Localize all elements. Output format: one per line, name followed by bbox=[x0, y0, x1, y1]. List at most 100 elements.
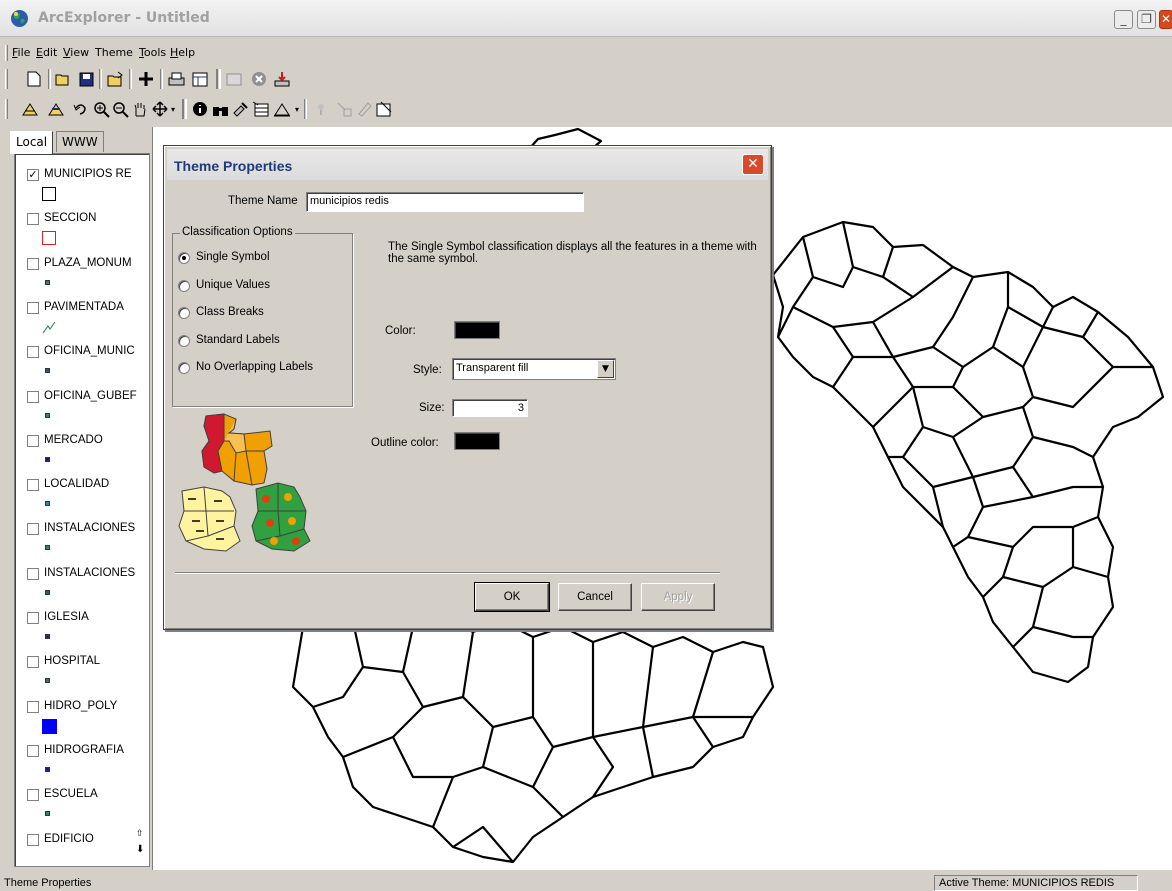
layer-item[interactable]: PAVIMENTADA bbox=[24, 299, 149, 339]
find-binoculars-icon[interactable] bbox=[210, 99, 230, 119]
tab-local[interactable]: Local bbox=[10, 131, 54, 154]
minimize-button[interactable]: _ bbox=[1114, 10, 1133, 29]
scroll-down-icon[interactable]: ⬇ bbox=[136, 844, 144, 855]
measure-icon[interactable] bbox=[272, 99, 292, 119]
layer-item[interactable]: IGLESIA bbox=[24, 609, 149, 649]
pan-hand-icon[interactable] bbox=[130, 99, 150, 119]
radio-no-overlapping-labels[interactable]: No Overlapping Labels bbox=[178, 361, 358, 377]
toolbar-grip[interactable] bbox=[5, 69, 8, 89]
menu-view[interactable]: View bbox=[63, 46, 89, 59]
menu-tools[interactable]: Tools bbox=[139, 46, 166, 59]
layer-visibility-checkbox[interactable] bbox=[27, 346, 39, 359]
map-boundary bbox=[1002, 565, 1109, 589]
radio-dot[interactable] bbox=[178, 335, 190, 347]
menu-theme[interactable]: Theme bbox=[95, 46, 133, 59]
scroll-up-icon[interactable]: ⇧ bbox=[136, 829, 144, 839]
layer-item[interactable]: SECCION bbox=[24, 210, 149, 250]
size-input[interactable]: 3 bbox=[452, 399, 528, 417]
radio-unique-values[interactable]: Unique Values bbox=[178, 279, 358, 295]
layer-item[interactable]: PLAZA_MONUM bbox=[24, 255, 149, 295]
zoom-full-extent-icon[interactable] bbox=[20, 99, 40, 119]
layer-visibility-checkbox[interactable] bbox=[27, 301, 39, 314]
open-project-icon[interactable] bbox=[106, 69, 126, 89]
layer-item[interactable]: INSTALACIONES bbox=[24, 520, 149, 560]
toolbar-grip[interactable] bbox=[5, 99, 8, 119]
menu-help[interactable]: Help bbox=[170, 46, 195, 59]
layer-visibility-checkbox[interactable] bbox=[27, 789, 39, 802]
layer-item[interactable]: EDIFICIO bbox=[24, 831, 149, 867]
radio-dot[interactable] bbox=[178, 252, 190, 264]
layer-visibility-checkbox[interactable] bbox=[27, 700, 39, 713]
layer-visibility-checkbox[interactable]: ✓ bbox=[27, 169, 39, 181]
zoom-out-icon[interactable] bbox=[110, 99, 130, 119]
radio-label: Single Symbol bbox=[196, 251, 270, 263]
radio-dot[interactable] bbox=[178, 362, 190, 374]
color-swatch[interactable] bbox=[454, 321, 500, 339]
open-icon[interactable] bbox=[54, 69, 74, 89]
radio-dot[interactable] bbox=[178, 307, 190, 319]
radio-class-breaks[interactable]: Class Breaks bbox=[178, 306, 358, 322]
theme-name-input[interactable]: municipios redis bbox=[306, 192, 584, 212]
zoom-active-theme-icon[interactable] bbox=[46, 99, 66, 119]
layer-item[interactable]: ESCUELA bbox=[24, 786, 149, 826]
dialog-title-bar[interactable]: Theme Properties ✕ bbox=[167, 149, 768, 180]
layer-item[interactable]: MERCADO bbox=[24, 432, 149, 472]
layer-visibility-checkbox[interactable] bbox=[27, 656, 39, 669]
layer-item[interactable]: HIDROGRAFIA bbox=[24, 742, 149, 782]
clear-selection-icon[interactable] bbox=[354, 99, 374, 119]
print-icon[interactable] bbox=[166, 69, 186, 89]
cancel-button[interactable]: Cancel bbox=[558, 583, 632, 611]
add-theme-icon[interactable] bbox=[136, 69, 156, 89]
close-window-button[interactable]: ✕ bbox=[1159, 10, 1172, 29]
outline-color-swatch[interactable] bbox=[454, 432, 500, 450]
menu-file[interactable]: File bbox=[12, 46, 30, 59]
remove-icon[interactable] bbox=[249, 69, 269, 89]
layer-visibility-checkbox[interactable] bbox=[27, 833, 39, 846]
layer-item[interactable]: OFICINA_GUBEF bbox=[24, 388, 149, 428]
radio-dot[interactable] bbox=[178, 280, 190, 292]
properties-grid-icon[interactable] bbox=[190, 69, 210, 89]
zoom-previous-icon[interactable] bbox=[70, 99, 90, 119]
query-builder-icon[interactable] bbox=[230, 99, 250, 119]
map-export-icon[interactable] bbox=[224, 69, 244, 89]
restore-button[interactable]: ❐ bbox=[1137, 10, 1156, 29]
save-icon[interactable] bbox=[76, 69, 96, 89]
layer-item[interactable]: HIDRO_POLY bbox=[24, 698, 149, 738]
ok-button[interactable]: OK bbox=[474, 582, 550, 612]
layer-item[interactable]: OFICINA_MUNIC bbox=[24, 343, 149, 383]
layer-visibility-checkbox[interactable] bbox=[27, 434, 39, 447]
menu-edit[interactable]: Edit bbox=[36, 46, 57, 59]
attribute-table-icon[interactable] bbox=[250, 99, 270, 119]
tab-www[interactable]: WWW bbox=[56, 131, 104, 152]
layer-item[interactable]: ✓ MUNICIPIOS RE bbox=[24, 166, 149, 206]
zoom-in-icon[interactable] bbox=[91, 99, 111, 119]
radio-standard-labels[interactable]: Standard Labels bbox=[178, 334, 358, 350]
layer-item[interactable]: LOCALIDAD bbox=[24, 476, 149, 516]
pan-arrows-icon[interactable] bbox=[150, 99, 170, 119]
new-icon[interactable] bbox=[24, 69, 44, 89]
select-features-icon[interactable] bbox=[334, 99, 354, 119]
label-icon[interactable] bbox=[311, 99, 331, 119]
download-icon[interactable] bbox=[272, 69, 292, 89]
layer-visibility-checkbox[interactable] bbox=[27, 479, 39, 492]
layer-visibility-checkbox[interactable] bbox=[27, 390, 39, 403]
menubar-grip[interactable] bbox=[5, 45, 8, 61]
apply-button[interactable]: Apply bbox=[641, 583, 715, 611]
layer-visibility-checkbox[interactable] bbox=[27, 523, 39, 536]
dropdown-arrow-icon[interactable]: ▾ bbox=[292, 99, 302, 119]
classification-description: The Single Symbol classification display… bbox=[388, 241, 757, 265]
layer-visibility-checkbox[interactable] bbox=[27, 257, 39, 270]
layer-item[interactable]: HOSPITAL bbox=[24, 653, 149, 693]
dropdown-arrow-icon[interactable]: ▾ bbox=[168, 99, 178, 119]
close-icon[interactable]: ✕ bbox=[742, 154, 764, 175]
layer-visibility-checkbox[interactable] bbox=[27, 213, 39, 226]
chevron-down-icon[interactable]: ▼ bbox=[597, 360, 614, 378]
properties-icon[interactable] bbox=[374, 99, 394, 119]
identify-icon[interactable] bbox=[190, 99, 210, 119]
layer-visibility-checkbox[interactable] bbox=[27, 612, 39, 624]
style-select[interactable]: Transparent fill ▼ bbox=[452, 358, 616, 380]
layer-visibility-checkbox[interactable] bbox=[27, 567, 39, 580]
layer-item[interactable]: INSTALACIONES bbox=[24, 565, 149, 605]
radio-single-symbol[interactable]: Single Symbol bbox=[178, 251, 358, 267]
layer-visibility-checkbox[interactable] bbox=[27, 744, 39, 757]
